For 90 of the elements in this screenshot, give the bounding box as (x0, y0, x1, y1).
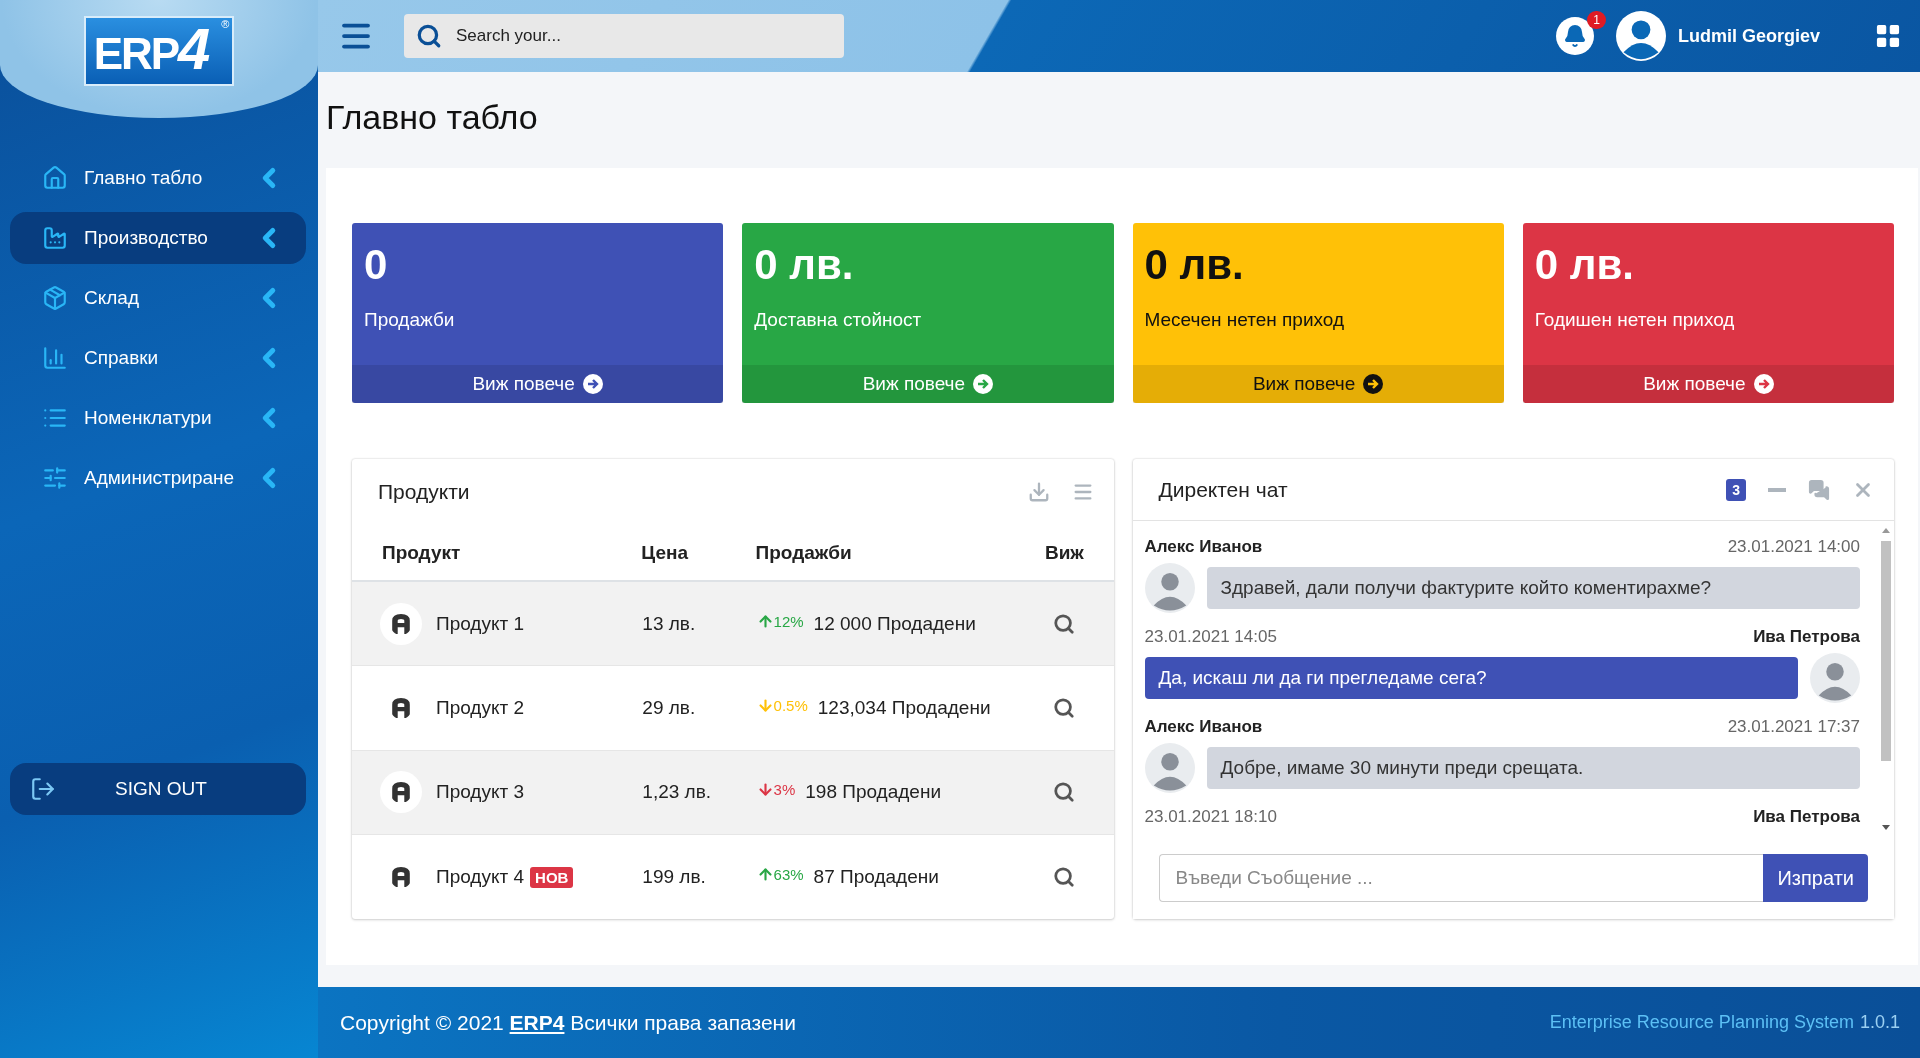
send-button[interactable]: Изпрати (1763, 854, 1868, 902)
logo[interactable]: ERP4 ® (83, 16, 235, 86)
stat-label: Доставна стойност (753, 308, 923, 332)
home-icon (42, 165, 68, 191)
price-cell: 13 лв. (641, 581, 756, 666)
notifications-button[interactable] (1555, 17, 1594, 55)
search-button[interactable] (1052, 696, 1075, 719)
price-cell: 29 лв. (641, 665, 756, 750)
stat-value: 0 лв. (753, 240, 855, 289)
stat-value: 0 (363, 240, 389, 289)
panel-title: Продукти (378, 480, 471, 504)
product-name: Продукт 3 (436, 781, 525, 804)
page-title: Главно табло (325, 97, 539, 138)
product-logo-icon (380, 602, 422, 645)
trend-percent: 63% (756, 866, 804, 883)
arrow-circle-icon (1753, 374, 1774, 394)
sliders-icon (42, 465, 68, 491)
version-text: 1.0.1 (1859, 1012, 1900, 1033)
bell-icon (1562, 24, 1587, 48)
sender-name: Ива Петрова (1753, 627, 1860, 647)
sold-count: 12 000 Продадени (813, 612, 976, 634)
search-button[interactable] (1052, 866, 1075, 888)
user-name[interactable]: Ludmil Georgiev (1677, 25, 1820, 47)
sidebar-item[interactable]: Номенклатури (10, 392, 306, 444)
sidebar-item[interactable]: Главно табло (10, 152, 306, 204)
message-time: 23.01.2021 14:00 (1727, 537, 1860, 557)
product-logo-icon (380, 771, 422, 814)
sidebar-item[interactable]: Справки (10, 332, 306, 384)
avatar (1144, 563, 1195, 613)
arrow-down-icon (756, 781, 774, 799)
product-name: Продукт 1 (436, 612, 525, 635)
search-button[interactable] (1052, 612, 1075, 635)
user-avatar[interactable] (1615, 11, 1666, 61)
sender-name: Алекс Иванов (1144, 717, 1263, 737)
box-icon (42, 285, 68, 311)
trend-percent: 0.5% (756, 696, 808, 714)
copyright-text: Copyright © 2021 ERP4 Всички права запазени (340, 1010, 797, 1035)
arrow-circle-icon (1363, 374, 1384, 394)
sold-count: 198 Продадени (805, 781, 942, 803)
arrow-circle-icon (973, 374, 994, 394)
new-badge: НОВ (530, 866, 574, 888)
notification-count: 1 (1587, 11, 1606, 29)
stat-value: 0 лв. (1143, 240, 1245, 289)
message-bubble: Здравей, дали получи фактурите който коментирахме? (1206, 567, 1860, 609)
stat-value: 0 лв. (1533, 240, 1635, 289)
price-cell: 1,23 лв. (641, 750, 756, 835)
product-name: Продукт 4 (436, 866, 525, 888)
message-time: 23.01.2021 14:05 (1144, 627, 1277, 647)
price-cell: 199 лв. (641, 834, 756, 919)
product-name: Продукт 2 (436, 696, 525, 719)
sold-count: 87 Продадени (813, 866, 939, 887)
avatar (1810, 653, 1860, 703)
message-input[interactable]: Въведи Съобщение ... (1158, 854, 1764, 902)
sender-name: Алекс Иванов (1144, 537, 1263, 557)
factory-icon (42, 225, 68, 251)
erp4-link[interactable]: ERP4 (509, 1010, 565, 1034)
sidebar-item[interactable]: Склад (10, 272, 306, 324)
more-info-link[interactable]: Виж повече (1132, 365, 1504, 403)
minus-icon (1768, 487, 1786, 492)
message-time: 23.01.2021 17:37 (1727, 717, 1860, 737)
sidebar-item[interactable]: Производство (10, 212, 306, 264)
arrow-circle-icon (582, 374, 603, 394)
message-bubble: Добре, имаме 30 минути преди срещата. (1206, 747, 1860, 789)
avatar (1144, 743, 1195, 793)
message-time: 23.01.2021 18:10 (1144, 807, 1277, 827)
trend-percent: 3% (756, 781, 796, 799)
stat-label: Продажби (363, 308, 456, 332)
search-button[interactable] (1052, 781, 1075, 804)
more-info-link[interactable]: Виж повече (742, 365, 1114, 403)
trend-percent: 12% (756, 612, 804, 630)
logout-icon (30, 776, 56, 802)
arrow-up-icon (756, 612, 774, 630)
search-icon (416, 23, 442, 49)
sign-out-button[interactable]: SIGN OUT (10, 763, 306, 815)
panel-title: Директен чат (1158, 477, 1289, 502)
search-field[interactable]: Search your... (404, 14, 844, 58)
message-bubble: Да, искаш ли да ги прегледаме сега? (1144, 657, 1798, 699)
more-info-link[interactable]: Виж повече (1522, 365, 1894, 403)
stat-label: Годишен нетен приход (1533, 308, 1736, 332)
sold-count: 123,034 Продадени (817, 696, 991, 718)
sidebar-item[interactable]: Администриране (10, 452, 306, 504)
apps-grid-button[interactable] (1874, 22, 1902, 50)
arrow-down-icon (756, 696, 774, 714)
system-name: Enterprise Resource Planning System (1549, 1012, 1854, 1033)
more-info-link[interactable]: Виж повече (352, 365, 724, 403)
message-count: 3 (1726, 478, 1746, 501)
arrow-up-icon (756, 866, 774, 883)
bar-chart-icon (42, 345, 68, 371)
stat-label: Месечен нетен приход (1143, 308, 1346, 332)
sender-name: Ива Петрова (1753, 807, 1860, 827)
